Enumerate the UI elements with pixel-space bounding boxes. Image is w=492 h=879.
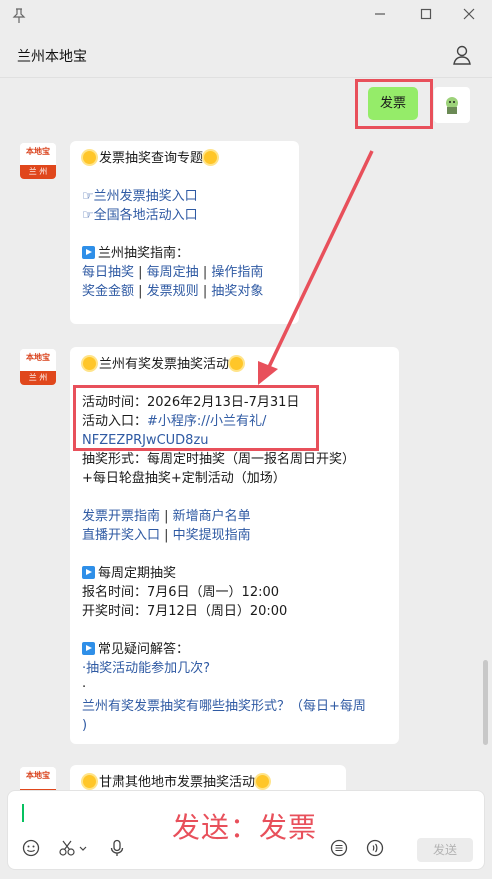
faq-bullet: · (82, 680, 87, 695)
maximize-icon[interactable] (416, 6, 436, 26)
bot-avatar[interactable]: 本地宝 兰 州 (20, 143, 56, 179)
play-icon (82, 566, 95, 579)
highlight-box-sent (355, 79, 433, 129)
faq-times-link[interactable]: ·抽奖活动能参加几次? (82, 661, 210, 676)
emoji-icon[interactable] (20, 839, 42, 861)
draw-form-line2: +每日轮盘抽奖+定制活动（加场） (82, 471, 286, 486)
avatar-logo-text: 本地宝 (20, 349, 56, 371)
play-icon (82, 246, 95, 259)
voice-call-icon[interactable] (364, 839, 386, 861)
prize-amount-link[interactable]: 奖金金额 (82, 284, 134, 299)
avatar-city-text: 兰 州 (20, 165, 56, 179)
sun-icon (83, 357, 96, 370)
invoice-rules-link[interactable]: 发票规则 (147, 284, 199, 299)
bot-avatar[interactable]: 本地宝 兰 州 (20, 349, 56, 385)
sun-icon (83, 151, 96, 164)
chat-title: 兰州本地宝 (17, 49, 87, 65)
annotation-overlay-text: 发送：发票 (172, 811, 318, 844)
chat-history-icon[interactable] (328, 839, 350, 861)
faq-forms-link[interactable]: 兰州有奖发票抽奖有哪些抽奖形式？（每日+每周 (82, 699, 366, 714)
sun-icon (204, 151, 218, 164)
close-icon[interactable] (459, 6, 479, 26)
screenshot-scissors-icon[interactable] (56, 839, 90, 861)
msg3-title: 甘肃其他地市发票抽奖活动 (99, 775, 256, 790)
national-activity-link[interactable]: ☞全国各地活动入口 (82, 208, 198, 223)
draw-time: 开奖时间：7月12日（周日）20:00 (82, 604, 288, 619)
invoice-guide-link[interactable]: 发票开票指南 (82, 509, 160, 524)
msg1-guide: 兰州抽奖指南： (98, 246, 190, 261)
signup-time: 报名时间：7月6日（周一）12:00 (82, 585, 280, 600)
msg2-title: 兰州有奖发票抽奖活动 (99, 357, 230, 372)
chat-scrollbar[interactable] (483, 660, 488, 745)
weekly-heading: 每周定期抽奖 (98, 566, 177, 581)
highlight-box-activity (73, 385, 319, 451)
live-draw-link[interactable]: 直播开奖入口 (82, 528, 160, 543)
draw-form-line1: 抽奖形式：每周定时抽奖（周一报名周日开奖） (82, 452, 356, 467)
window-titlebar (0, 0, 492, 32)
new-merchants-link[interactable]: 新增商户名单 (173, 509, 251, 524)
operation-guide-link[interactable]: 操作指南 (211, 265, 263, 280)
daily-draw-link[interactable]: 每日抽奖 (82, 265, 134, 280)
msg1-title: 发票抽奖查询专题 (99, 151, 204, 166)
sun-icon (83, 775, 96, 788)
minimize-icon[interactable] (370, 6, 390, 26)
user-profile-icon[interactable] (452, 44, 472, 66)
faq-forms-link-end[interactable]: ) (82, 718, 87, 733)
sun-icon (230, 357, 244, 370)
message-bubble-3: 甘肃其他地市发票抽奖活动 (70, 765, 346, 791)
play-icon (82, 642, 95, 655)
message-composer[interactable]: 发送：发票 发送 (7, 790, 485, 870)
weekly-draw-link[interactable]: 每周定抽 (147, 265, 199, 280)
message-bubble-1: 发票抽奖查询专题 ☞兰州发票抽奖入口 ☞全国各地活动入口 兰州抽奖指南： 每日抽… (70, 141, 299, 324)
chat-area[interactable]: 发票 本地宝 兰 州 发票抽奖查询专题 ☞兰州发票抽奖入口 ☞全国各地活动入口 … (0, 79, 492, 791)
text-caret (22, 804, 24, 822)
withdraw-guide-link[interactable]: 中奖提现指南 (173, 528, 251, 543)
pin-icon[interactable] (12, 8, 26, 24)
bot-avatar[interactable]: 本地宝 兰 州 (20, 767, 56, 791)
chat-header: 兰州本地宝 (0, 32, 492, 78)
avatar-logo-text: 本地宝 (20, 143, 56, 165)
send-button[interactable]: 发送 (417, 838, 473, 862)
avatar-logo-text: 本地宝 (20, 767, 56, 789)
my-avatar[interactable] (434, 87, 470, 123)
faq-heading: 常见疑问解答： (98, 642, 190, 657)
lanzhou-lottery-link[interactable]: ☞兰州发票抽奖入口 (82, 189, 198, 204)
avatar-city-text: 兰 州 (20, 371, 56, 385)
sun-icon (256, 775, 270, 788)
draw-target-link[interactable]: 抽奖对象 (211, 284, 263, 299)
voice-mic-icon[interactable] (106, 839, 128, 861)
